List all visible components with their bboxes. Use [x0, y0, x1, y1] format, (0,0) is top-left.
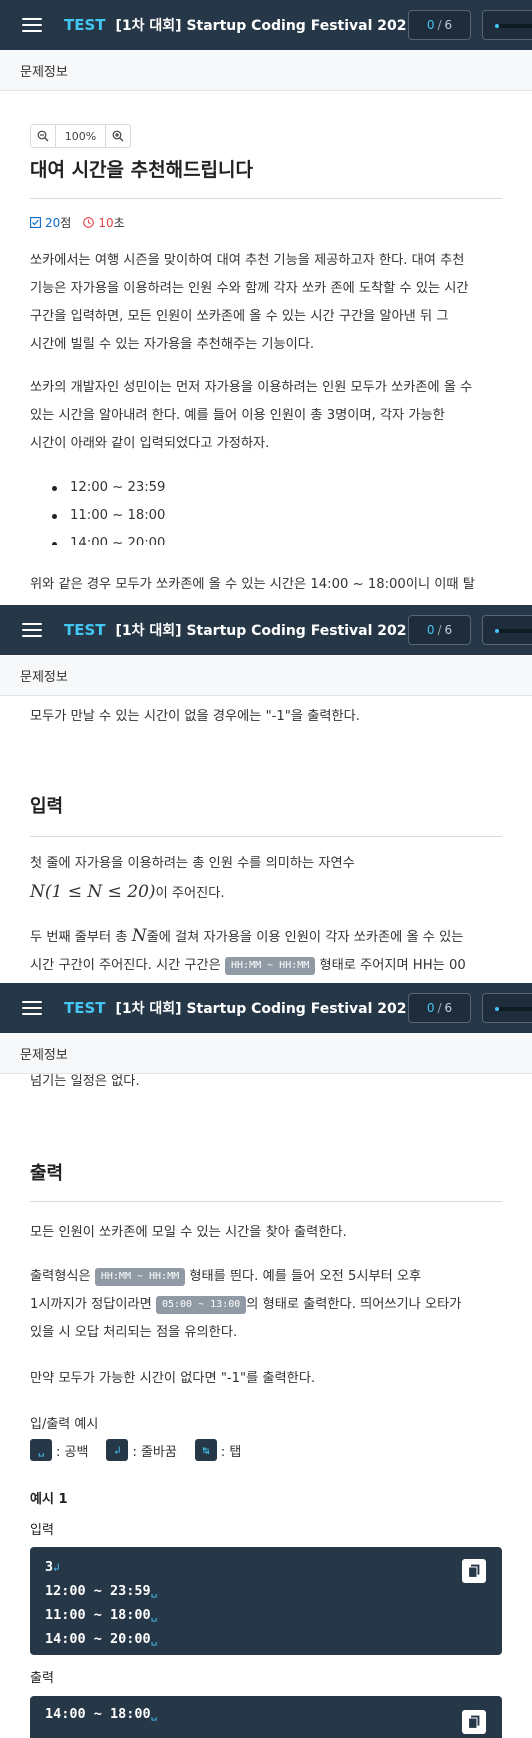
output-description: 모든 인원이 쏘카존에 모일 수 있는 시간을 찾아 출력한다. — [30, 1225, 347, 1240]
input-description: 첫 줄에 자가용을 이용하려는 총 인원 수를 의미하는 자연수 N(1 ≤ N… — [30, 856, 355, 902]
problem-paragraph-2: 쏘카의 개발자인 성민이는 먼저 자가용을 이용하려는 인원 모두가 쏘카존에 … — [30, 380, 473, 451]
output-heading: 출력 — [30, 1163, 64, 1184]
progress-bar — [482, 615, 532, 645]
list-item: 14:00 ~ 20:00 — [30, 530, 502, 545]
divider — [30, 836, 502, 837]
problem-info-tab[interactable]: 문제정보 — [0, 50, 532, 91]
zoom-in-icon[interactable] — [106, 125, 130, 147]
whitespace-legend: ␣ : 공백 ↲ : 줄바꿈 ↹ : 탭 — [30, 1439, 502, 1461]
time-limit-value: 10 — [98, 215, 114, 230]
code-line: 3↲ — [45, 1559, 60, 1575]
input-label: 입력 — [30, 1523, 54, 1538]
tail-line: 넘기는 일정은 없다. — [30, 1074, 140, 1089]
progress-bar — [482, 10, 532, 40]
time-list: 12:00 ~ 23:59 11:00 ~ 18:00 14:00 ~ 20:0… — [30, 474, 502, 545]
problem-description: 쏘카에서는 여행 시즌을 맞이하여 대여 추천 기능을 제공하고자 한다. 대여… — [30, 253, 469, 352]
contest-title: [1차 대회] Startup Coding Festival 2021 — [115, 18, 417, 34]
problem-counter[interactable]: 0/6 — [408, 10, 471, 40]
problem-counter[interactable]: 0/6 — [408, 615, 471, 645]
screen-segment-1: TEST [1차 대회] Startup Coding Festival 202… — [0, 0, 532, 545]
problem-info-tab[interactable]: 문제정보 — [0, 655, 532, 696]
divider — [30, 198, 502, 199]
code-line: 14:00 ~ 20:00␣ — [45, 1631, 158, 1647]
paragraph-4: 모두가 만날 수 있는 시간이 없을 경우에는 "-1"을 출력한다. — [30, 709, 360, 724]
output-label: 출력 — [30, 1671, 54, 1686]
output-format: 출력형식은 HH:MM ~ HH:MM 형태를 띈다. 예를 들어 오전 5시부… — [30, 1268, 462, 1340]
screen-segment-2: TEST [1차 대회] Startup Coding Festival 202… — [0, 605, 532, 983]
paragraph-3: 위와 같은 경우 모두가 쏘카존에 올 수 있는 시간은 14:00 ~ 18:… — [30, 577, 475, 592]
divider — [30, 1201, 502, 1202]
progress-bar — [482, 993, 532, 1023]
code-line: 12:00 ~ 23:59␣ — [45, 1583, 158, 1599]
menu-icon[interactable] — [22, 623, 42, 637]
output-note: 만약 모두가 가능한 시간이 없다면 "-1"를 출력한다. — [30, 1371, 316, 1386]
top-navigation-bar: TEST [1차 대회] Startup Coding Festival 202… — [0, 605, 532, 655]
score-icon — [30, 217, 41, 228]
problem-info-label: 문제정보 — [20, 64, 68, 80]
problem-meta: 20 점 10 초 — [30, 214, 125, 231]
tab-symbol-icon: ↹ — [194, 1439, 217, 1461]
score-value: 20 — [45, 215, 61, 230]
zoom-level: 100% — [55, 125, 106, 147]
menu-icon[interactable] — [22, 1001, 42, 1015]
example-input-block: 3↲ 12:00 ~ 23:59␣ 11:00 ~ 18:00␣ 14:00 ~… — [30, 1547, 502, 1655]
screen-segment-3: TEST [1차 대회] Startup Coding Festival 202… — [0, 983, 532, 1738]
input-heading: 입력 — [30, 796, 64, 817]
list-item: 11:00 ~ 18:00 — [30, 502, 502, 530]
newline-symbol-icon: ↲ — [106, 1439, 129, 1461]
code-line: 14:00 ~ 18:00␣ — [45, 1706, 158, 1722]
zoom-control: 100% — [30, 124, 131, 148]
code-line: 11:00 ~ 18:00␣ — [45, 1607, 158, 1623]
clock-icon — [83, 217, 95, 228]
io-example-heading: 입/출력 예시 — [30, 1417, 99, 1432]
example-title: 예시 1 — [30, 1492, 68, 1507]
copy-icon[interactable] — [462, 1559, 486, 1583]
test-label: TEST — [64, 16, 106, 34]
top-navigation-bar: TEST [1차 대회] Startup Coding Festival 202… — [0, 983, 532, 1033]
top-navigation-bar: TEST [1차 대회] Startup Coding Festival 202… — [0, 0, 532, 50]
example-output-block: 14:00 ~ 18:00␣ — [30, 1696, 502, 1738]
problem-title: 대여 시간을 추천해드립니다 — [30, 159, 253, 181]
space-symbol-icon: ␣ — [30, 1439, 52, 1461]
input-description-2: 두 번째 줄부터 총 N줄에 걸쳐 자가용을 이용 인원이 각자 쏘카존에 올 … — [30, 926, 466, 975]
zoom-out-icon[interactable] — [31, 125, 55, 147]
list-item: 12:00 ~ 23:59 — [30, 474, 502, 502]
problem-counter[interactable]: 0/6 — [408, 993, 471, 1023]
copy-icon[interactable] — [462, 1710, 486, 1734]
inline-code: HH:MM ~ HH:MM — [225, 957, 316, 975]
menu-icon[interactable] — [22, 18, 42, 32]
